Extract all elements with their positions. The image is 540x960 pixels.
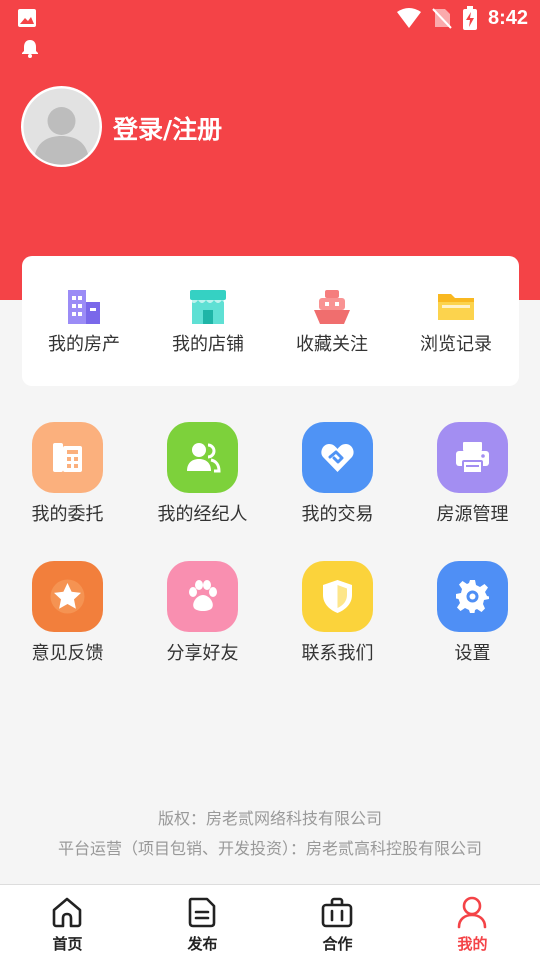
my-store-button[interactable]: 我的店铺: [146, 256, 270, 386]
card-item-label: 浏览记录: [420, 334, 492, 355]
no-sim-icon: [432, 8, 452, 29]
grid-item-label: 我的交易: [301, 504, 374, 525]
my-transaction-button[interactable]: 我的交易: [270, 422, 405, 532]
card-item-label: 我的房产: [48, 334, 120, 355]
briefcase-icon: [321, 897, 353, 928]
my-entrust-button[interactable]: 我的委托: [0, 422, 135, 532]
tab-label: 首页: [52, 935, 83, 953]
avatar[interactable]: [21, 86, 102, 167]
share-friends-button[interactable]: 分享好友: [135, 561, 270, 671]
user-icon: [457, 896, 487, 929]
users-icon: [187, 443, 221, 473]
grid-item-label: 我的委托: [31, 504, 104, 525]
heart-handshake-icon: [321, 444, 354, 472]
favorites-button[interactable]: 收藏关注: [270, 256, 394, 386]
tab-mine[interactable]: 我的: [405, 885, 540, 960]
contact-us-button[interactable]: 联系我们: [270, 561, 405, 671]
quick-access-card: 我的房产 我的店铺 收藏关注 浏览记录: [22, 256, 519, 386]
grid-item-label: 分享好友: [166, 643, 239, 664]
grid-item-label: 意见反馈: [31, 643, 104, 664]
star-icon: [50, 579, 85, 614]
store-icon: [190, 290, 226, 324]
fax-icon: [53, 443, 82, 472]
paw-icon: [189, 580, 217, 611]
copyright-text: 版权：房老贰网络科技有限公司: [157, 809, 382, 828]
folder-icon: [438, 294, 474, 320]
building-icon: [68, 290, 100, 324]
battery-charging-icon: [462, 6, 477, 30]
home-icon: [52, 897, 82, 928]
card-item-label: 我的店铺: [172, 334, 244, 355]
feedback-button[interactable]: 意见反馈: [0, 561, 135, 671]
printer-icon: [456, 442, 489, 474]
tab-home[interactable]: 首页: [0, 885, 135, 960]
listing-management-button[interactable]: 房源管理: [405, 422, 540, 532]
status-bar: 8:42: [0, 0, 540, 58]
grid-item-label: 我的经纪人: [157, 504, 248, 525]
tab-label: 发布: [187, 935, 218, 953]
image-icon: [18, 9, 36, 27]
my-property-button[interactable]: 我的房产: [22, 256, 146, 386]
clock: 8:42: [487, 6, 528, 29]
tab-label: 合作: [322, 935, 353, 953]
tab-label: 我的: [457, 935, 488, 953]
tab-cooperation[interactable]: 合作: [270, 885, 405, 960]
login-register-link[interactable]: 登录/注册: [113, 110, 222, 146]
bottom-tab-bar: 首页 发布 合作 我的: [0, 884, 540, 960]
bell-icon: [22, 40, 38, 58]
gear-icon: [456, 580, 489, 613]
grid-item-label: 设置: [454, 643, 491, 664]
operator-text: 平台运营（项目包销、开发投资）：房老贰高科控股有限公司: [57, 839, 482, 858]
tab-publish[interactable]: 发布: [135, 885, 270, 960]
wifi-icon: [396, 8, 421, 28]
card-item-label: 收藏关注: [296, 334, 368, 355]
ship-icon: [314, 290, 350, 324]
document-icon: [188, 897, 216, 928]
settings-button[interactable]: 设置: [405, 561, 540, 671]
grid-item-label: 联系我们: [301, 643, 374, 664]
my-agent-button[interactable]: 我的经纪人: [135, 422, 270, 532]
shield-icon: [323, 580, 352, 613]
browse-history-button[interactable]: 浏览记录: [394, 256, 518, 386]
grid-item-label: 房源管理: [436, 504, 509, 525]
default-avatar-icon: [23, 88, 100, 165]
